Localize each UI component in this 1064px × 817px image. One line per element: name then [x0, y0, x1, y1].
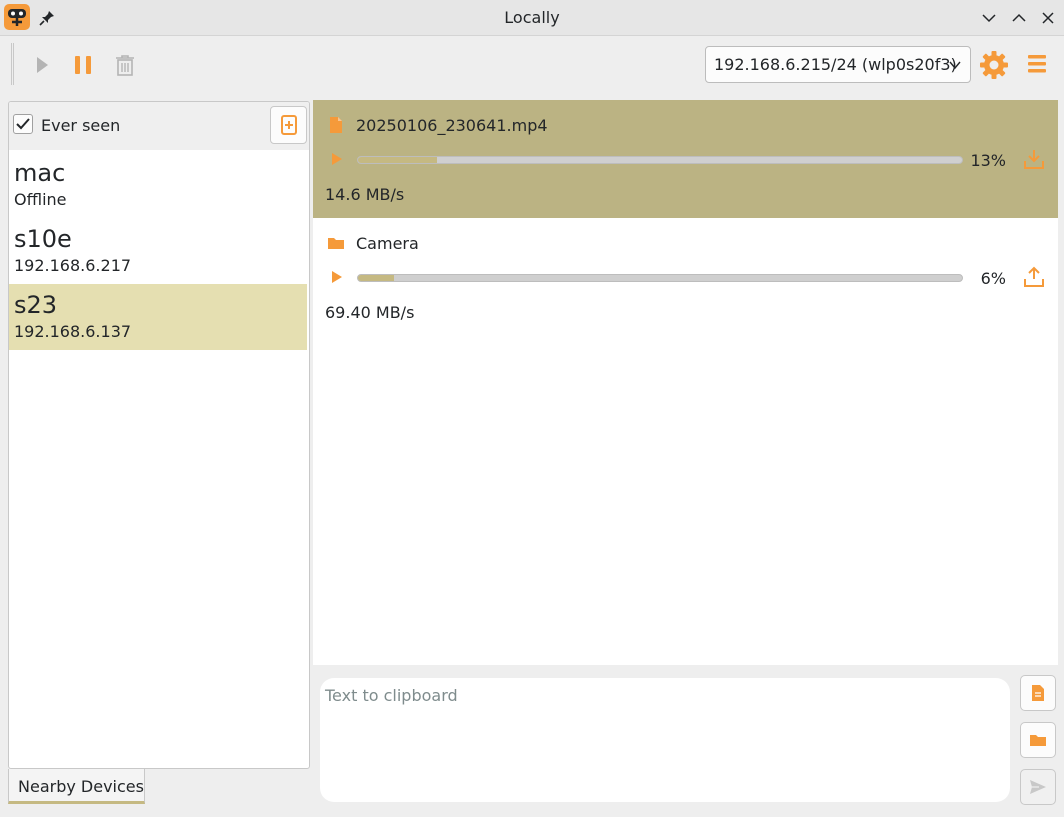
- progress-percent: 6%: [980, 269, 1006, 288]
- play-icon[interactable]: [30, 53, 54, 77]
- interface-value: 192.168.6.215/24 (wlp0s20f3): [714, 55, 957, 74]
- clipboard-text-input[interactable]: Text to clipboard: [320, 678, 1010, 802]
- filter-row: Ever seen: [9, 102, 309, 150]
- play-icon[interactable]: [331, 270, 343, 284]
- progress-percent: 13%: [970, 151, 1006, 170]
- minimize-icon[interactable]: [980, 9, 998, 27]
- device-address: 192.168.6.217: [14, 256, 132, 275]
- ever-seen-label: Ever seen: [41, 116, 121, 135]
- interface-select[interactable]: 192.168.6.215/24 (wlp0s20f3): [705, 46, 971, 83]
- clipboard-area: Text to clipboard: [313, 668, 1064, 808]
- transfer-speed: 69.40 MB/s: [325, 303, 415, 322]
- gear-icon[interactable]: [979, 50, 1009, 80]
- device-name: s10e: [14, 225, 72, 253]
- send-text-button[interactable]: [1020, 769, 1056, 805]
- device-name: s23: [14, 291, 58, 319]
- trash-icon[interactable]: [113, 53, 137, 77]
- progress-fill: [358, 157, 437, 163]
- folder-icon: [1030, 735, 1046, 746]
- download-icon: [1024, 150, 1044, 169]
- file-icon: [330, 117, 342, 133]
- add-device-button[interactable]: [270, 106, 307, 144]
- tab-nearby-devices[interactable]: Nearby Devices: [8, 769, 145, 804]
- play-icon[interactable]: [331, 152, 343, 166]
- devices-panel: Ever seen mac Offline s10e 192.168.6.217…: [8, 101, 310, 769]
- folder-icon: [328, 238, 344, 249]
- add-device-icon: [281, 115, 297, 135]
- close-icon[interactable]: [1039, 9, 1057, 27]
- device-name: mac: [14, 159, 66, 187]
- transfer-speed: 14.6 MB/s: [325, 185, 405, 204]
- device-address: 192.168.6.137: [14, 322, 132, 341]
- toolbar-handle: [11, 43, 14, 85]
- device-item[interactable]: s10e 192.168.6.217: [9, 218, 307, 284]
- device-address: Offline: [14, 190, 67, 209]
- title-bar: Locally: [0, 0, 1064, 36]
- app-logo-icon: [4, 4, 30, 30]
- transfer-item[interactable]: Camera 6% 69.40 MB/s: [313, 218, 1058, 336]
- transfer-item[interactable]: 20250106_230641.mp4 13% 14.6 MB/s: [313, 100, 1058, 218]
- file-icon: [1032, 685, 1044, 701]
- maximize-icon[interactable]: [1010, 9, 1028, 27]
- send-file-button[interactable]: [1020, 675, 1056, 711]
- progress-bar: [357, 274, 963, 282]
- toolbar: 192.168.6.215/24 (wlp0s20f3): [0, 37, 1064, 93]
- transfers-panel: 20250106_230641.mp4 13% 14.6 MB/s Camera…: [313, 100, 1058, 665]
- chevron-down-icon: [949, 61, 961, 70]
- ever-seen-checkbox[interactable]: [13, 114, 33, 134]
- transfer-name: 20250106_230641.mp4: [356, 116, 548, 135]
- window-title: Locally: [504, 8, 560, 27]
- pin-icon[interactable]: [38, 9, 56, 27]
- progress-fill: [358, 275, 395, 281]
- transfer-name: Camera: [356, 234, 419, 253]
- send-folder-button[interactable]: [1020, 722, 1056, 758]
- device-item[interactable]: mac Offline: [9, 152, 307, 218]
- checkmark-icon: [16, 118, 30, 130]
- pause-icon[interactable]: [71, 53, 95, 77]
- progress-bar: [357, 156, 963, 164]
- device-list: mac Offline s10e 192.168.6.217 s23 192.1…: [9, 152, 309, 350]
- device-item-selected[interactable]: s23 192.168.6.137: [9, 284, 307, 350]
- hamburger-menu-icon[interactable]: [1026, 52, 1048, 76]
- upload-icon: [1024, 266, 1044, 287]
- send-icon: [1030, 780, 1046, 794]
